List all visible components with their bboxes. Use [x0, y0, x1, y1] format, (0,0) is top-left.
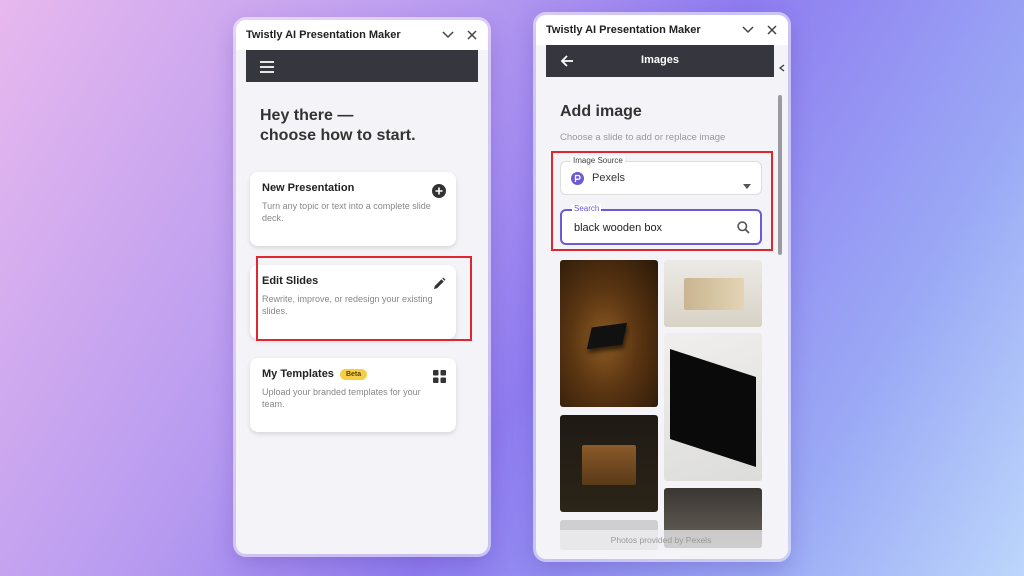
- images-panel: Twistly AI Presentation Maker Images Add…: [536, 15, 788, 559]
- chevron-down-icon[interactable]: [740, 22, 756, 38]
- scrollbar[interactable]: [778, 95, 782, 255]
- search-field[interactable]: Search black wooden box: [560, 204, 762, 245]
- black-box-shape: [586, 322, 628, 350]
- edit-slides-card[interactable]: Edit Slides Rewrite, improve, or redesig…: [250, 265, 456, 339]
- card-title-row: My Templates Beta: [262, 368, 444, 380]
- chevron-down-icon[interactable]: [440, 27, 456, 43]
- image-result[interactable]: [560, 415, 658, 512]
- home-panel: Twistly AI Presentation Maker Hey there …: [236, 20, 488, 554]
- add-image-subtitle: Choose a slide to add or replace image: [560, 132, 726, 143]
- image-result[interactable]: [560, 260, 658, 407]
- close-icon[interactable]: [464, 27, 480, 43]
- image-source-label: Image Source: [571, 156, 625, 165]
- wooden-box-shape: [582, 445, 636, 485]
- attribution-text: Photos provided by Pexels: [610, 535, 712, 545]
- heading-line-1: Hey there —: [260, 107, 354, 124]
- search-input[interactable]: black wooden box: [574, 222, 662, 234]
- heading-line-2: choose how to start.: [260, 127, 416, 144]
- black-box-shape: [670, 349, 756, 467]
- image-source-select[interactable]: Image Source Pexels: [560, 156, 762, 195]
- card-description: Rewrite, improve, or redesign your exist…: [262, 294, 433, 316]
- image-source-value: Pexels: [592, 172, 626, 184]
- search-label: Search: [572, 204, 602, 213]
- home-heading: Hey there — choose how to start.: [246, 106, 478, 146]
- window-titlebar: Twistly AI Presentation Maker: [236, 20, 488, 50]
- grid-icon: [433, 370, 446, 388]
- card-description: Upload your branded templates for your t…: [262, 387, 421, 409]
- app-bar: [246, 50, 478, 82]
- add-image-heading: Add image: [560, 103, 642, 120]
- collapse-chevron-icon[interactable]: [779, 59, 785, 77]
- window-title: Twistly AI Presentation Maker: [546, 24, 701, 36]
- close-icon[interactable]: [764, 22, 780, 38]
- window-titlebar: Twistly AI Presentation Maker: [536, 15, 788, 45]
- image-result[interactable]: [664, 333, 762, 481]
- my-templates-card[interactable]: My Templates Beta Upload your branded tem…: [250, 358, 456, 432]
- beta-badge: Beta: [339, 369, 368, 380]
- wooden-box-shape: [684, 278, 744, 310]
- pencil-icon: [432, 277, 446, 296]
- card-title: My Templates: [262, 368, 334, 380]
- window-title: Twistly AI Presentation Maker: [246, 29, 401, 41]
- pexels-logo-icon: [571, 172, 584, 190]
- hamburger-menu-icon[interactable]: [260, 60, 274, 78]
- app-bar: Images: [546, 45, 774, 77]
- new-presentation-card[interactable]: New Presentation Turn any topic or text …: [250, 172, 456, 246]
- image-result[interactable]: [664, 260, 762, 327]
- card-title: Edit Slides: [262, 275, 319, 287]
- card-description: Turn any topic or text into a complete s…: [262, 201, 431, 223]
- photos-attribution: Photos provided by Pexels: [560, 530, 762, 550]
- appbar-title: Images: [641, 54, 679, 66]
- plus-circle-icon: [432, 184, 446, 203]
- card-title: New Presentation: [262, 182, 355, 194]
- search-icon[interactable]: [737, 221, 750, 239]
- dropdown-caret-icon: [743, 176, 751, 194]
